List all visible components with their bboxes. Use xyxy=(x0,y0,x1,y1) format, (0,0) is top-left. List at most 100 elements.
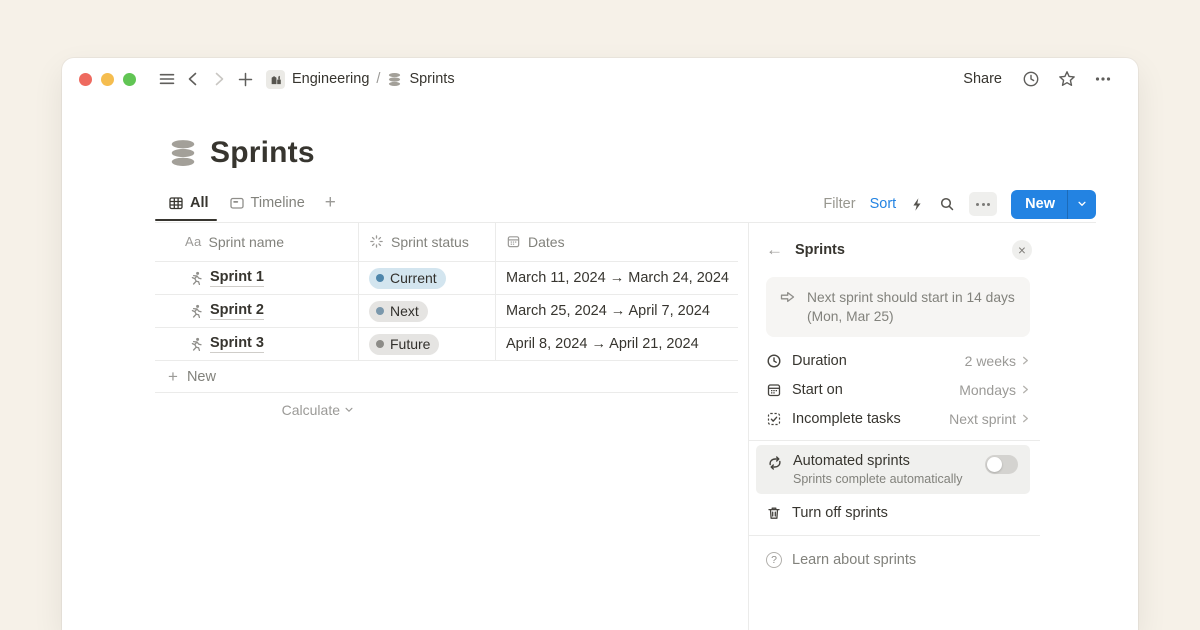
cell-dates[interactable]: March 11, 2024 → March 24, 2024 xyxy=(495,262,738,295)
cell-sprint-name[interactable]: Sprint 2 xyxy=(155,295,358,328)
next-sprint-notice: Next sprint should start in 14 days (Mon… xyxy=(766,277,1030,337)
search-icon[interactable] xyxy=(939,196,955,212)
setting-start-on[interactable]: Start on Mondays xyxy=(766,375,1030,404)
chevron-right-icon xyxy=(1021,413,1030,424)
breadcrumb-separator: / xyxy=(376,71,380,87)
turn-off-sprints-label: Turn off sprints xyxy=(792,505,888,521)
favorite-star-icon[interactable] xyxy=(1054,66,1080,92)
panel-header: ← Sprints × xyxy=(766,240,1032,260)
notice-text: Next sprint should start in 14 days (Mon… xyxy=(807,288,1015,326)
column-header-sprint-name[interactable]: Aa Sprint name xyxy=(155,222,358,262)
breadcrumb: Engineering / Sprints xyxy=(266,70,455,89)
automated-sprints-toggle[interactable] xyxy=(985,455,1018,474)
chevron-down-icon xyxy=(344,405,354,415)
table-row: Sprint 2 Next March 25, 2024 → April 7, … xyxy=(155,295,738,328)
learn-about-sprints-label: Learn about sprints xyxy=(792,552,916,568)
tab-timeline-label: Timeline xyxy=(251,195,305,211)
setting-duration[interactable]: Duration 2 weeks xyxy=(766,346,1030,375)
nav-back-icon[interactable] xyxy=(180,66,206,92)
sprints-table: Aa Sprint name Sprint status Dates xyxy=(155,222,738,427)
learn-about-sprints-link[interactable]: ? Learn about sprints xyxy=(766,544,1030,575)
calendar-icon xyxy=(766,382,782,398)
text-property-icon: Aa xyxy=(185,234,202,249)
column-label: Sprint status xyxy=(391,234,469,250)
lightning-icon[interactable] xyxy=(910,197,925,212)
cell-sprint-status[interactable]: Current xyxy=(358,262,495,295)
more-options-icon[interactable] xyxy=(1090,66,1116,92)
page-title[interactable]: Sprints xyxy=(210,136,315,170)
arrow-right-icon xyxy=(779,288,797,326)
toolbar: Filter Sort New xyxy=(823,190,1096,225)
sort-button[interactable]: Sort xyxy=(870,196,897,212)
automated-sprints-description: Sprints complete automatically xyxy=(793,472,963,486)
status-pill-future[interactable]: Future xyxy=(369,334,439,355)
clock-icon xyxy=(766,353,782,369)
status-dot xyxy=(376,340,384,348)
sprint-page-link[interactable]: Sprint 1 xyxy=(210,269,264,287)
cell-dates[interactable]: April 8, 2024 → April 21, 2024 xyxy=(495,328,738,361)
runner-icon xyxy=(188,304,202,318)
new-record-dropdown-icon[interactable] xyxy=(1067,190,1096,219)
new-page-icon[interactable] xyxy=(232,66,258,92)
add-row-label: New xyxy=(187,369,216,385)
notice-line-1: Next sprint should start in 14 days xyxy=(807,288,1015,307)
close-window-button[interactable] xyxy=(79,73,92,86)
calculate-label: Calculate xyxy=(282,402,340,418)
cell-sprint-status[interactable]: Future xyxy=(358,328,495,361)
status-label: Future xyxy=(390,336,430,352)
date-range: March 25, 2024 → April 7, 2024 xyxy=(506,303,710,319)
table-row: Sprint 3 Future April 8, 2024 → April 21… xyxy=(155,328,738,361)
column-header-sprint-status[interactable]: Sprint status xyxy=(358,222,495,262)
status-pill-current[interactable]: Current xyxy=(369,268,446,289)
page-title-row: Sprints xyxy=(168,136,315,170)
tab-timeline[interactable]: Timeline xyxy=(229,195,305,219)
repeat-icon xyxy=(767,455,783,486)
share-button[interactable]: Share xyxy=(963,71,1002,87)
trash-icon xyxy=(766,505,782,521)
status-label: Next xyxy=(390,303,419,319)
breadcrumb-workspace[interactable]: Engineering xyxy=(292,71,369,87)
sprint-page-link[interactable]: Sprint 2 xyxy=(210,302,264,320)
column-header-dates[interactable]: Dates xyxy=(495,222,738,262)
cell-sprint-name[interactable]: Sprint 3 xyxy=(155,328,358,361)
cell-dates[interactable]: March 25, 2024 → April 7, 2024 xyxy=(495,295,738,328)
close-icon[interactable]: × xyxy=(1012,240,1032,260)
add-row-button[interactable]: + New xyxy=(155,361,738,393)
setting-label: Incomplete tasks xyxy=(792,411,901,427)
calendar-property-icon xyxy=(506,234,521,249)
filter-button[interactable]: Filter xyxy=(823,196,855,212)
new-record-button[interactable]: New xyxy=(1011,190,1096,219)
back-arrow-icon[interactable]: ← xyxy=(766,240,783,260)
setting-value: Mondays xyxy=(959,382,1030,398)
setting-label: Start on xyxy=(792,382,843,398)
view-options-icon[interactable] xyxy=(969,192,997,216)
nav-forward-icon[interactable] xyxy=(206,66,232,92)
zoom-window-button[interactable] xyxy=(123,73,136,86)
automated-sprints-row[interactable]: Automated sprints Sprints complete autom… xyxy=(756,445,1030,494)
database-icon xyxy=(387,72,402,87)
automated-sprints-text: Automated sprints Sprints complete autom… xyxy=(793,453,963,486)
sidebar-menu-icon[interactable] xyxy=(154,66,180,92)
setting-label: Duration xyxy=(792,353,847,369)
status-pill-next[interactable]: Next xyxy=(369,301,428,322)
column-label: Sprint name xyxy=(209,234,284,250)
sprint-page-link[interactable]: Sprint 3 xyxy=(210,335,264,353)
setting-incomplete-tasks[interactable]: Incomplete tasks Next sprint xyxy=(766,404,1030,433)
views-toolbar-row: All Timeline + Filter Sort New xyxy=(168,192,1096,222)
history-clock-icon[interactable] xyxy=(1018,66,1044,92)
traffic-lights xyxy=(79,73,136,86)
toggle-knob xyxy=(987,457,1002,472)
column-label: Dates xyxy=(528,234,565,250)
cell-sprint-name[interactable]: Sprint 1 xyxy=(155,262,358,295)
panel-divider xyxy=(749,440,1040,441)
notice-line-2: (Mon, Mar 25) xyxy=(807,307,1015,326)
turn-off-sprints-button[interactable]: Turn off sprints xyxy=(766,497,1030,528)
cell-sprint-status[interactable]: Next xyxy=(358,295,495,328)
tab-all[interactable]: All xyxy=(168,195,209,219)
add-view-icon[interactable]: + xyxy=(325,192,336,222)
calculate-button[interactable]: Calculate xyxy=(155,393,358,427)
date-range: April 8, 2024 → April 21, 2024 xyxy=(506,336,699,352)
minimize-window-button[interactable] xyxy=(101,73,114,86)
breadcrumb-page[interactable]: Sprints xyxy=(409,71,454,87)
titlebar: Engineering / Sprints Share xyxy=(62,58,1138,100)
